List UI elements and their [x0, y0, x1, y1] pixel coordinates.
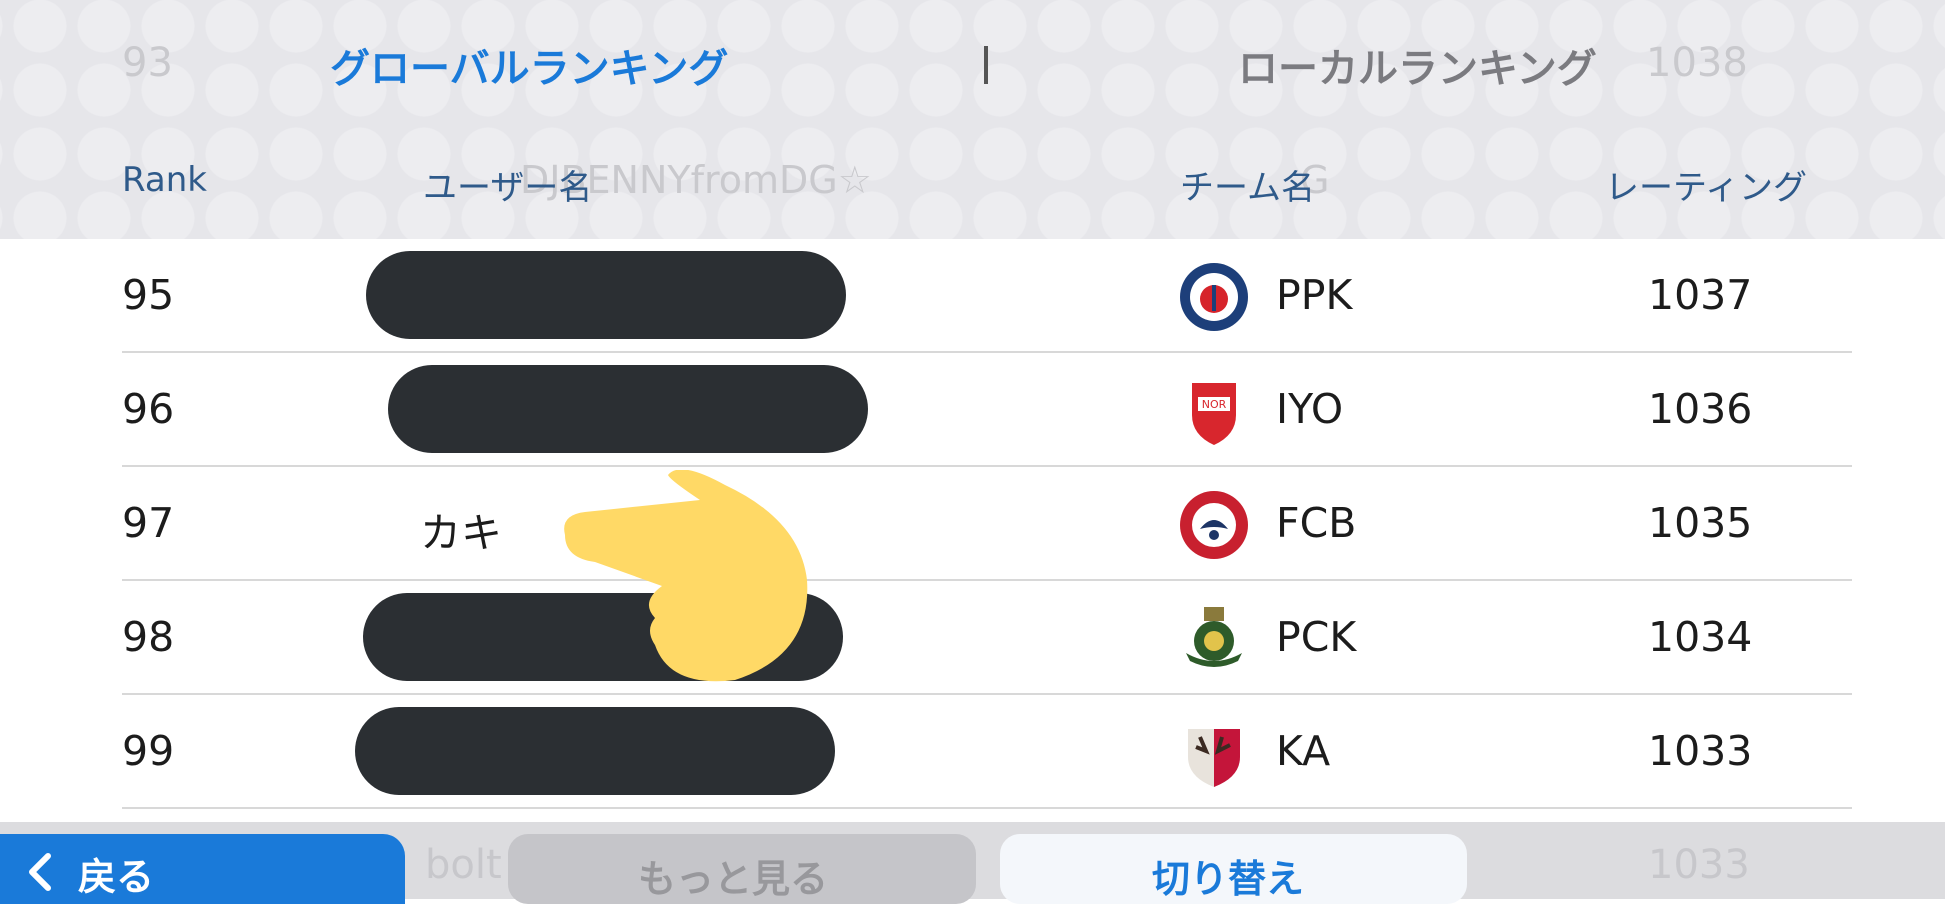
back-button-label: 戻る [78, 855, 155, 899]
ghost-rating-100: 1033 [1648, 842, 1750, 888]
nor-crest-icon: NOR [1192, 383, 1236, 445]
chevron-left-icon [29, 853, 51, 891]
ghost-rating-93: 1038 [1646, 40, 1748, 86]
rank-cell: 95 [122, 271, 175, 319]
row-divider [122, 807, 1852, 809]
table-row[interactable]: 98 PCK 1034 [0, 581, 1945, 695]
team-cell: PCK [1276, 613, 1357, 661]
rank-cell: 97 [122, 499, 175, 547]
rank-cell: 96 [122, 385, 175, 433]
rating-cell: 1036 [1648, 385, 1753, 433]
fontana-crest-icon [1180, 491, 1248, 559]
table-row[interactable]: 99 KA 1033 [0, 695, 1945, 809]
tab-global-ranking[interactable]: グローバルランキング [330, 36, 728, 94]
header-area: 93 1038 DJBENNYfromDG☆ G グローバルランキング ローカル… [0, 0, 1945, 239]
switch-button[interactable]: 切り替え [1000, 834, 1467, 904]
username-cell: カキ [420, 509, 502, 557]
column-header-rank: Rank [122, 160, 207, 200]
tab-separator [984, 46, 988, 84]
rank-cell: 98 [122, 613, 175, 661]
rating-cell: 1034 [1648, 613, 1753, 661]
psg-crest-icon [1180, 263, 1248, 331]
redaction-bar [366, 251, 846, 339]
kashima-crest-icon [1188, 729, 1240, 787]
team-cell: PPK [1276, 271, 1353, 319]
column-header-team: チーム名 [1180, 168, 1315, 208]
team-cell: FCB [1276, 499, 1357, 547]
rating-cell: 1037 [1648, 271, 1753, 319]
switch-label: 切り替え [1152, 857, 1305, 901]
see-more-label: もっと見る [638, 857, 829, 901]
table-row[interactable]: 95 PPK 1037 [0, 239, 1945, 353]
table-row[interactable]: 97 カキ FCB 1035 [0, 467, 1945, 581]
tab-local-ranking[interactable]: ローカルランキング [1238, 36, 1597, 94]
back-button[interactable]: 戻る [0, 834, 405, 904]
column-header-user: ユーザー名 [423, 168, 593, 208]
see-more-button[interactable]: もっと見る [508, 834, 976, 904]
ghost-user-100: bolt [425, 842, 502, 888]
pck-crest-icon [1186, 607, 1242, 667]
redaction-bar [388, 365, 868, 453]
redaction-bar [355, 707, 835, 795]
rating-cell: 1035 [1648, 499, 1753, 547]
column-header-rating: レーティング [1605, 168, 1807, 208]
team-cell: KA [1276, 727, 1331, 775]
ghost-rank-93: 93 [122, 40, 173, 86]
team-cell: IYO [1276, 385, 1344, 433]
pointing-hand-icon [564, 470, 808, 682]
rank-cell: 99 [122, 727, 175, 775]
table-row[interactable]: 96 NOR IYO 1036 [0, 353, 1945, 467]
svg-text:NOR: NOR [1202, 398, 1227, 411]
rating-cell: 1033 [1648, 727, 1753, 775]
